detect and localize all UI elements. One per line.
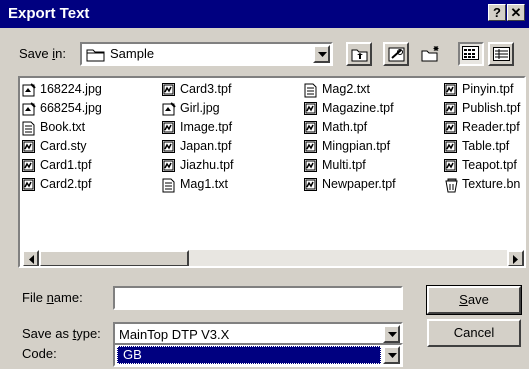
list-view-button[interactable] — [458, 42, 484, 66]
template-file-icon — [444, 140, 458, 157]
file-list[interactable]: 168224.jpg 668254.jpg Book.txt Card.sty Card… — [18, 76, 526, 268]
save-as-type-arrow[interactable] — [383, 325, 400, 343]
template-file-icon — [304, 159, 318, 176]
image-file-icon — [162, 102, 177, 119]
text-file-icon — [304, 83, 317, 101]
export-text-dialog: Export Text ? ✕ Save in: Sample 168224.j… — [0, 0, 529, 369]
save-in-arrow[interactable] — [313, 45, 330, 63]
file-item-name: Mag2.txt — [322, 82, 370, 96]
scrollbar-thumb[interactable] — [39, 250, 189, 266]
arrow-right-icon — [513, 255, 518, 264]
file-item-name: Texture.bn — [462, 177, 521, 191]
image-file-icon — [22, 83, 37, 100]
arrow-left-icon — [29, 255, 34, 264]
chevron-down-icon — [318, 52, 327, 57]
template-file-icon — [304, 121, 318, 138]
desktop-icon — [388, 47, 405, 62]
file-item-name: Publish.tpf — [462, 101, 521, 115]
code-dropdown[interactable]: GB — [113, 343, 403, 367]
text-file-icon — [162, 178, 175, 196]
file-item-name: Card.sty — [40, 139, 87, 153]
chevron-down-icon — [388, 353, 397, 358]
template-file-icon — [162, 121, 176, 138]
save-in-value: Sample — [110, 46, 155, 61]
list-view-icon — [462, 46, 479, 60]
details-view-icon — [493, 47, 510, 61]
code-value: GB — [123, 347, 142, 362]
file-item-name: Book.txt — [40, 120, 86, 134]
new-folder-icon — [421, 46, 439, 62]
file-item-name: Magazine.tpf — [322, 101, 394, 115]
file-name-input[interactable] — [113, 286, 403, 310]
save-as-type-value: MainTop DTP V3.X — [119, 327, 230, 342]
file-item-name: Jiazhu.tpf — [180, 158, 234, 172]
file-item-name: Mag1.txt — [180, 177, 228, 191]
image-file-icon — [22, 102, 37, 119]
template-file-icon — [304, 140, 318, 157]
template-file-icon — [162, 83, 176, 100]
window-title: Export Text — [8, 5, 90, 22]
close-button[interactable]: ✕ — [507, 4, 525, 21]
save-in-label: Save in: — [19, 46, 66, 61]
save-in-dropdown[interactable]: Sample — [80, 42, 333, 66]
scroll-right-button[interactable] — [507, 250, 524, 266]
file-item-name: Image.tpf — [180, 120, 233, 134]
text-file-icon — [22, 121, 35, 139]
template-file-icon — [162, 159, 176, 176]
cancel-button[interactable]: Cancel — [427, 319, 521, 347]
new-folder-button[interactable] — [418, 42, 444, 66]
file-item-name: Pinyin.tpf — [462, 82, 514, 96]
horizontal-scrollbar[interactable] — [22, 250, 524, 266]
file-item-name: Table.tpf — [462, 139, 510, 153]
code-label: Code: — [22, 346, 57, 361]
file-item-name: Japan.tpf — [180, 139, 232, 153]
chevron-down-icon — [388, 332, 397, 337]
file-item-name: Mingpian.tpf — [322, 139, 391, 153]
file-item-name: 168224.jpg — [40, 82, 102, 96]
scroll-left-button[interactable] — [22, 250, 39, 266]
template-file-icon — [22, 178, 36, 195]
file-name-label: File name: — [22, 290, 83, 305]
desktop-button[interactable] — [383, 42, 409, 66]
file-item-name: 668254.jpg — [40, 101, 102, 115]
template-file-icon — [444, 121, 458, 138]
help-button[interactable]: ? — [488, 4, 506, 21]
save-button[interactable]: Save — [426, 285, 522, 315]
file-item-name: Card2.tpf — [40, 177, 92, 191]
file-item-name: Card3.tpf — [180, 82, 232, 96]
file-item-name: Math.tpf — [322, 120, 368, 134]
file-item-name: Newpaper.tpf — [322, 177, 396, 191]
folder-icon — [86, 47, 106, 65]
code-arrow[interactable] — [383, 346, 400, 364]
code-selection-highlight — [117, 346, 381, 364]
details-view-button[interactable] — [488, 42, 514, 66]
file-item-name: Girl.jpg — [180, 101, 220, 115]
title-bar[interactable]: Export Text ? ✕ — [0, 0, 529, 28]
template-file-icon — [304, 178, 318, 195]
bin-file-icon — [444, 178, 460, 196]
file-item-name: Reader.tpf — [462, 120, 520, 134]
save-as-type-label: Save as type: — [22, 326, 101, 341]
file-item-name: Multi.tpf — [322, 158, 366, 172]
template-file-icon — [444, 83, 458, 100]
template-file-icon — [162, 140, 176, 157]
template-file-icon — [444, 102, 458, 119]
template-file-icon — [304, 102, 318, 119]
file-item-name: Card1.tpf — [40, 158, 92, 172]
template-file-icon — [444, 159, 458, 176]
template-file-icon — [22, 159, 36, 176]
up-one-level-button[interactable] — [346, 42, 372, 66]
file-item-name: Teapot.tpf — [462, 158, 517, 172]
up-folder-icon — [351, 49, 368, 62]
template-file-icon — [22, 140, 36, 157]
